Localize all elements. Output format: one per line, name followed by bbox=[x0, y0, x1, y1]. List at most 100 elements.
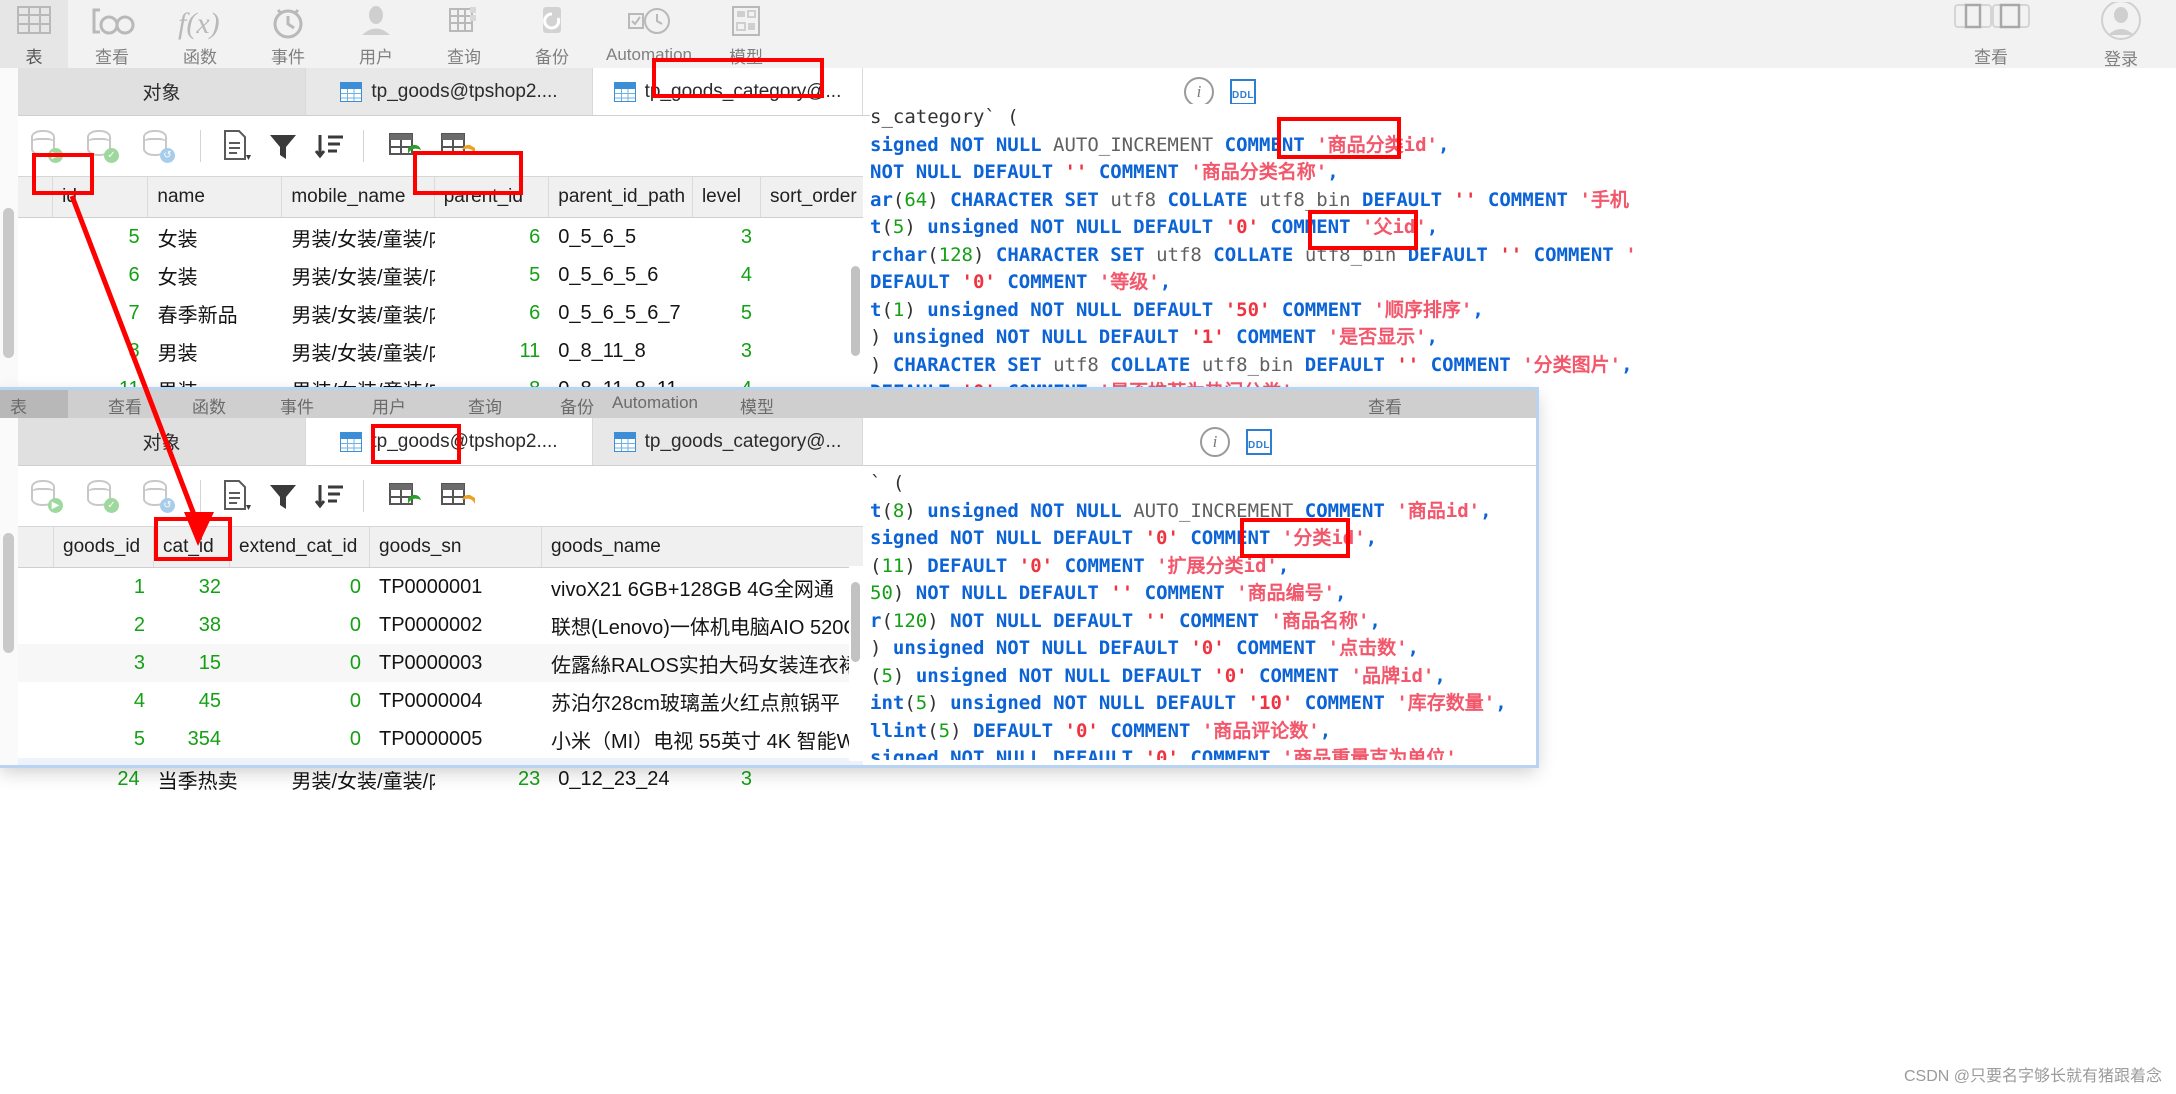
table-row[interactable]: 4 45 0 TP0000004 苏泊尔28cm玻璃盖火红点煎锅平 bbox=[18, 682, 863, 720]
commit-icon[interactable]: ✓ bbox=[85, 129, 119, 163]
cell-sort-order[interactable] bbox=[761, 332, 863, 370]
cell-sort-order[interactable] bbox=[761, 218, 863, 256]
cell-extend-cat-id[interactable]: 0 bbox=[230, 758, 370, 765]
cell-goods-name[interactable]: 苏泊尔28cm玻璃盖火红点煎锅平 bbox=[542, 682, 863, 720]
tab-tp-goods-1[interactable]: tp_goods@tpshop2.... bbox=[306, 68, 593, 115]
rollback-icon[interactable]: ↺ bbox=[141, 129, 175, 163]
export-wizard-icon[interactable] bbox=[440, 131, 475, 161]
cell-name[interactable]: 女装 bbox=[149, 218, 283, 256]
ribbon-item-query[interactable]: 查询 bbox=[420, 0, 508, 68]
info-icon[interactable]: i bbox=[1200, 427, 1230, 457]
ribbon-item-table[interactable]: 表 bbox=[0, 0, 68, 68]
cell-sort-order[interactable] bbox=[761, 294, 863, 332]
column-header-name[interactable]: name bbox=[148, 177, 283, 217]
info-icon[interactable]: i bbox=[1184, 77, 1214, 107]
window2-grid-vertical-scrollbar[interactable] bbox=[849, 566, 863, 761]
export-icon[interactable] bbox=[221, 129, 251, 163]
cell-id[interactable]: 5 bbox=[53, 218, 148, 256]
sort-icon[interactable] bbox=[313, 131, 343, 161]
cell-cat-id[interactable]: 354 bbox=[154, 720, 230, 758]
window2-ribbon-label-view[interactable]: 查看 bbox=[108, 393, 142, 418]
cell-parent-id[interactable]: 23 bbox=[435, 760, 550, 798]
table-row[interactable]: 6 403 0 TP0000006 沃隆 每日坚果 休闲零食 坚果炒货 bbox=[18, 758, 863, 765]
ribbon-item-function[interactable]: f(x) 函数 bbox=[156, 0, 244, 68]
column-header-mobile-name[interactable]: mobile_name bbox=[282, 177, 435, 217]
column-header-parent-id-path[interactable]: parent_id_path bbox=[549, 177, 693, 217]
rollback-icon[interactable]: ↺ bbox=[141, 479, 175, 513]
cell-name[interactable]: 男装 bbox=[149, 332, 283, 370]
column-header-goods-sn[interactable]: goods_sn bbox=[370, 527, 542, 567]
cell-extend-cat-id[interactable]: 0 bbox=[230, 682, 370, 720]
cell-level[interactable]: 5 bbox=[693, 294, 761, 332]
filter-icon[interactable] bbox=[267, 131, 297, 161]
tab-objects-2[interactable]: 对象 bbox=[18, 418, 306, 465]
cell-level[interactable]: 3 bbox=[693, 760, 761, 798]
scroll-thumb[interactable] bbox=[851, 582, 860, 662]
left-scroll-thumb-2[interactable] bbox=[3, 533, 14, 653]
window2-ribbon-label-automation[interactable]: Automation bbox=[612, 393, 698, 413]
column-header-cat-id[interactable]: cat_id bbox=[154, 527, 230, 567]
import-wizard-icon[interactable] bbox=[388, 131, 421, 161]
cell-goods-sn[interactable]: TP0000004 bbox=[370, 682, 542, 720]
cell-goods-id[interactable]: 2 bbox=[54, 606, 154, 644]
import-wizard-icon[interactable] bbox=[388, 481, 421, 511]
ribbon-item-layout-view[interactable]: 查看 bbox=[1916, 0, 2066, 68]
table-row[interactable]: 5 354 0 TP0000005 小米（MI）电视 55英寸 4K 智能W bbox=[18, 720, 863, 758]
column-header-goods-name[interactable]: goods_name bbox=[542, 527, 863, 567]
cell-name[interactable]: 女装 bbox=[149, 256, 283, 294]
cell-goods-sn[interactable]: TP0000005 bbox=[370, 720, 542, 758]
window2-ribbon-label-table[interactable]: 表 bbox=[10, 393, 27, 418]
table-row[interactable]: 6 女装 男装/女装/童装/内 5 0_5_6_5_6 4 bbox=[18, 256, 863, 294]
cell-extend-cat-id[interactable]: 0 bbox=[230, 568, 370, 606]
cell-parent-id[interactable]: 5 bbox=[435, 256, 550, 294]
cell-goods-id[interactable]: 4 bbox=[54, 682, 154, 720]
run-query-icon[interactable]: ▶ bbox=[29, 479, 63, 513]
cell-level[interactable]: 3 bbox=[693, 218, 761, 256]
cell-goods-id[interactable]: 3 bbox=[54, 644, 154, 682]
sort-icon[interactable] bbox=[313, 481, 343, 511]
cell-id[interactable]: 24 bbox=[53, 760, 148, 798]
cell-extend-cat-id[interactable]: 0 bbox=[230, 606, 370, 644]
ribbon-item-login[interactable]: 登录 bbox=[2066, 0, 2176, 69]
window2-data-grid[interactable]: goods_id cat_id extend_cat_id goods_sn g… bbox=[18, 526, 863, 765]
ddl-icon[interactable]: DDL bbox=[1230, 79, 1256, 105]
cell-id[interactable]: 8 bbox=[53, 332, 148, 370]
column-header-id[interactable]: id bbox=[53, 177, 149, 217]
column-header-parent-id[interactable]: parent_id bbox=[435, 177, 550, 217]
cell-parent-id-path[interactable]: 0_8_11_8 bbox=[549, 332, 693, 370]
ddl-icon[interactable]: DDL bbox=[1246, 429, 1272, 455]
cell-mobile-name[interactable]: 男装/女装/童装/内 bbox=[283, 332, 435, 370]
ribbon-item-model[interactable]: 模型 bbox=[702, 0, 790, 68]
cell-goods-name[interactable]: vivoX21 6GB+128GB 4G全网通 bbox=[542, 568, 863, 606]
tab-tp-goods-category-2[interactable]: tp_goods_category@... bbox=[593, 418, 863, 465]
cell-cat-id[interactable]: 45 bbox=[154, 682, 230, 720]
cell-parent-id-path[interactable]: 0_12_23_24 bbox=[549, 760, 693, 798]
left-scroll-thumb-1[interactable] bbox=[3, 208, 14, 358]
table-row[interactable]: 24 当季热卖 男装/女装/童装/内 23 0_12_23_24 3 bbox=[18, 760, 863, 798]
commit-icon[interactable]: ✓ bbox=[85, 479, 119, 513]
cell-parent-id-path[interactable]: 0_5_6_5_6_7 bbox=[549, 294, 693, 332]
cell-goods-id[interactable]: 5 bbox=[54, 720, 154, 758]
cell-sort-order[interactable] bbox=[761, 760, 863, 798]
window2-ribbon-label-query[interactable]: 查询 bbox=[468, 393, 502, 418]
window2-ribbon-label-event[interactable]: 事件 bbox=[280, 393, 314, 418]
cell-goods-sn[interactable]: TP0000006 bbox=[370, 758, 542, 765]
window2-ribbon-label-user[interactable]: 用户 bbox=[372, 393, 406, 418]
cell-goods-name[interactable]: 佐露絲RALOS实拍大码女装连衣裙 bbox=[542, 644, 863, 682]
column-header-sort-order[interactable]: sort_order bbox=[761, 177, 863, 217]
cell-id[interactable]: 6 bbox=[53, 256, 148, 294]
window2-ribbon-label-backup[interactable]: 备份 bbox=[560, 393, 594, 418]
run-query-icon[interactable]: ▶ bbox=[29, 129, 63, 163]
cell-parent-id-path[interactable]: 0_5_6_5_6 bbox=[549, 256, 693, 294]
column-header-goods-id[interactable]: goods_id bbox=[54, 527, 154, 567]
cell-name[interactable]: 春季新品 bbox=[149, 294, 283, 332]
ribbon-item-view[interactable]: 查看 bbox=[68, 0, 156, 68]
table-row[interactable]: 8 男装 男装/女装/童装/内 11 0_8_11_8 3 bbox=[18, 332, 863, 370]
table-row[interactable]: 3 15 0 TP0000003 佐露絲RALOS实拍大码女装连衣裙 bbox=[18, 644, 863, 682]
cell-sort-order[interactable] bbox=[761, 256, 863, 294]
cell-goods-name[interactable]: 沃隆 每日坚果 休闲零食 坚果炒货 bbox=[542, 758, 863, 765]
export-icon[interactable] bbox=[221, 479, 251, 513]
export-wizard-icon[interactable] bbox=[440, 481, 475, 511]
left-scroll-rail-2[interactable] bbox=[0, 418, 18, 765]
cell-cat-id[interactable]: 38 bbox=[154, 606, 230, 644]
